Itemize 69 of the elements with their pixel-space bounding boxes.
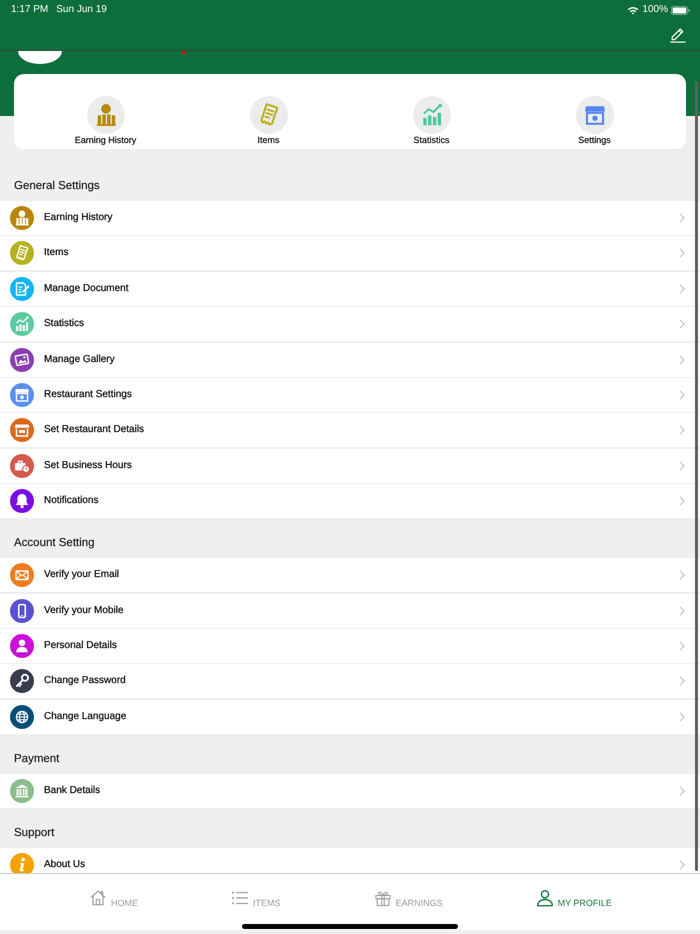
chevron-icon [679,284,685,294]
chevron-icon [679,319,685,330]
coin-bars-icon [10,206,34,230]
chevron-icon [679,213,685,223]
picture-icon [10,348,34,372]
menu-item[interactable]: Statistics [0,307,700,342]
quick-action-button[interactable]: Settings [576,96,614,146]
chevron-icon [679,425,685,436]
bar-chart-icon [10,312,34,336]
chevron-icon [679,786,685,796]
quick-action-button[interactable]: Statistics [412,96,450,146]
chevron-icon [679,496,685,506]
chevron-icon [679,570,685,580]
bank-icon [10,778,34,803]
menu-item[interactable]: Bank Details [0,774,700,808]
receipt-icon [10,241,34,266]
status-time: 1:17 PM [11,4,48,16]
accent-mark [181,51,186,54]
chevron-icon [679,606,685,616]
tab[interactable]: MY PROFILE [534,888,612,908]
menu-item[interactable]: Manage Gallery [0,342,700,377]
status-date: Sun Jun 19 [56,4,107,16]
chevron-icon [679,460,685,471]
menu-item[interactable]: Items [0,236,700,270]
chevron-icon [679,248,685,258]
menu-item[interactable]: Notifications [0,484,700,518]
menu-item[interactable]: Change Language [0,700,700,734]
storefront-icon [576,96,614,134]
person-icon [10,634,34,658]
section-title: General Settings [13,179,101,194]
receipt-icon [250,96,288,134]
menu-item[interactable]: Restaurant Settings [0,378,700,412]
section-title: Payment [13,752,60,767]
logo-placeholder [18,51,62,64]
battery-percent: 100% [642,4,668,16]
quick-action-button[interactable]: Earning History [74,96,136,146]
quick-action-button[interactable]: Items [250,96,288,146]
key-icon [10,669,34,694]
storefront-icon [10,382,34,407]
document-pen-icon [10,276,34,301]
chevron-icon [679,860,685,870]
section-title: Account Setting [13,536,96,552]
menu-item[interactable]: Set Restaurant Details [0,413,700,448]
menu-item[interactable]: Verify your Email [0,558,700,592]
chevron-icon [679,676,685,686]
menu-item[interactable]: Earning History [0,201,700,235]
home-icon [88,888,108,908]
menu-item[interactable]: Manage Document [0,272,700,306]
bell-icon [10,489,34,514]
section-title: Support [13,826,56,841]
wifi-icon [627,5,640,15]
chevron-icon [679,640,685,651]
menu-item[interactable]: Personal Details [0,628,700,663]
phone-icon [10,598,34,623]
person-icon [534,888,555,908]
menu-item[interactable]: Change Password [0,664,700,698]
envelope-icon [10,563,34,588]
chevron-icon [679,390,685,400]
menu-item[interactable]: Set Business Hours [0,448,700,483]
bar-chart-icon [412,96,450,134]
storefront-icon [10,418,34,442]
menu-item[interactable]: About Us [0,848,700,873]
chevron-icon [679,712,685,722]
briefcase-clock-icon [10,454,34,478]
chevron-icon [679,354,685,365]
menu-item[interactable]: Verify your Mobile [0,594,700,628]
battery-icon [671,6,690,14]
coin-bars-icon [86,96,124,134]
globe-icon [10,704,34,729]
